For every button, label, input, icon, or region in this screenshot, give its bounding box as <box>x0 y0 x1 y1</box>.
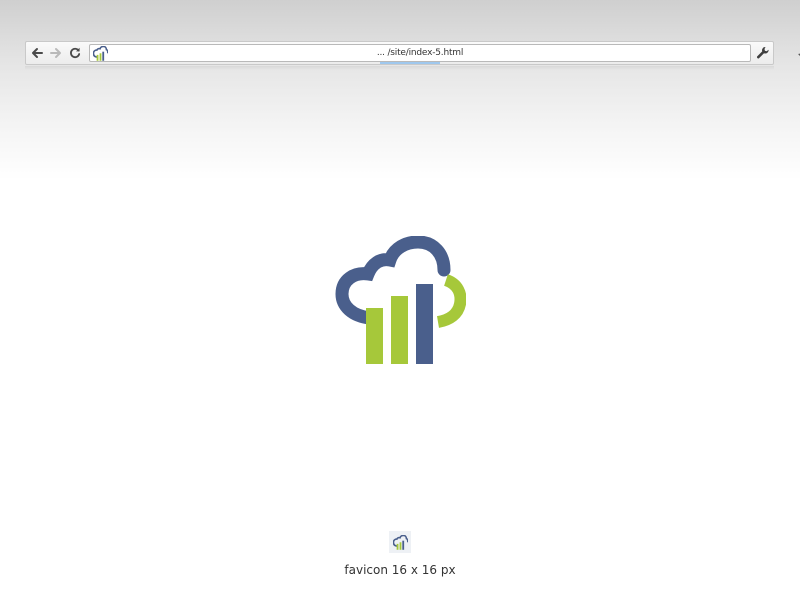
logo-bar-small <box>366 308 383 364</box>
browser-toolbar: ... /site/index-5.html <box>25 41 800 65</box>
cloud-chart-logo <box>335 236 466 364</box>
address-bar-highlight <box>380 62 440 64</box>
favicon-cloud-chart-icon <box>392 534 408 550</box>
toolbar-shadow <box>25 66 774 70</box>
reload-button[interactable] <box>67 45 83 61</box>
arrow-right-icon <box>50 48 61 58</box>
wrench-icon <box>756 46 769 59</box>
favicon-preview <box>389 531 411 553</box>
back-button[interactable] <box>29 45 45 61</box>
reload-icon <box>70 47 81 59</box>
logo-bar-large <box>416 284 433 364</box>
favicon-caption: favicon 16 x 16 px <box>344 563 456 577</box>
settings-button[interactable] <box>756 45 772 61</box>
address-bar-url: ... /site/index-5.html <box>376 48 464 58</box>
arrow-left-icon <box>32 48 43 58</box>
address-bar[interactable]: ... /site/index-5.html <box>89 44 800 64</box>
logo-bar-medium <box>391 296 408 364</box>
forward-button[interactable] <box>48 45 64 61</box>
